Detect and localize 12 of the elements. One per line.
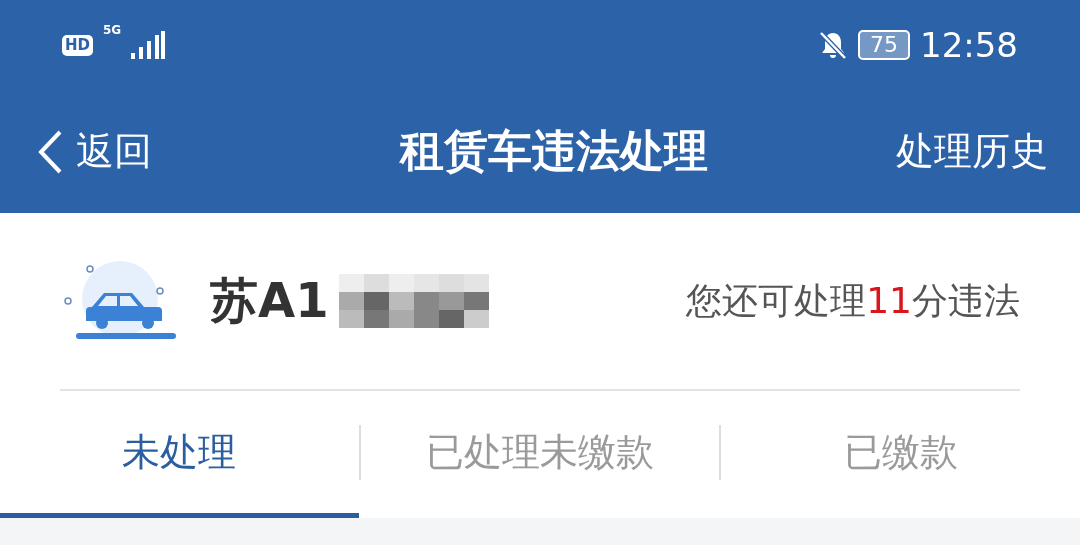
status-tab[interactable]: 未处理 bbox=[0, 391, 359, 518]
muted-bell-icon bbox=[818, 30, 848, 60]
signal-icon bbox=[131, 31, 166, 59]
back-button[interactable]: 返回 bbox=[36, 126, 152, 177]
page-title: 租赁车违法处理 bbox=[400, 124, 708, 178]
history-link[interactable]: 处理历史 bbox=[896, 126, 1048, 177]
remaining-points-text: 您还可处理11分违法 bbox=[686, 278, 1020, 323]
hd-indicator: HD bbox=[62, 34, 93, 56]
network-label: 5G bbox=[103, 23, 122, 37]
plate-number: 苏A1 bbox=[210, 271, 329, 330]
battery-level: 75 bbox=[858, 30, 910, 60]
clock: 12:58 bbox=[920, 25, 1018, 65]
